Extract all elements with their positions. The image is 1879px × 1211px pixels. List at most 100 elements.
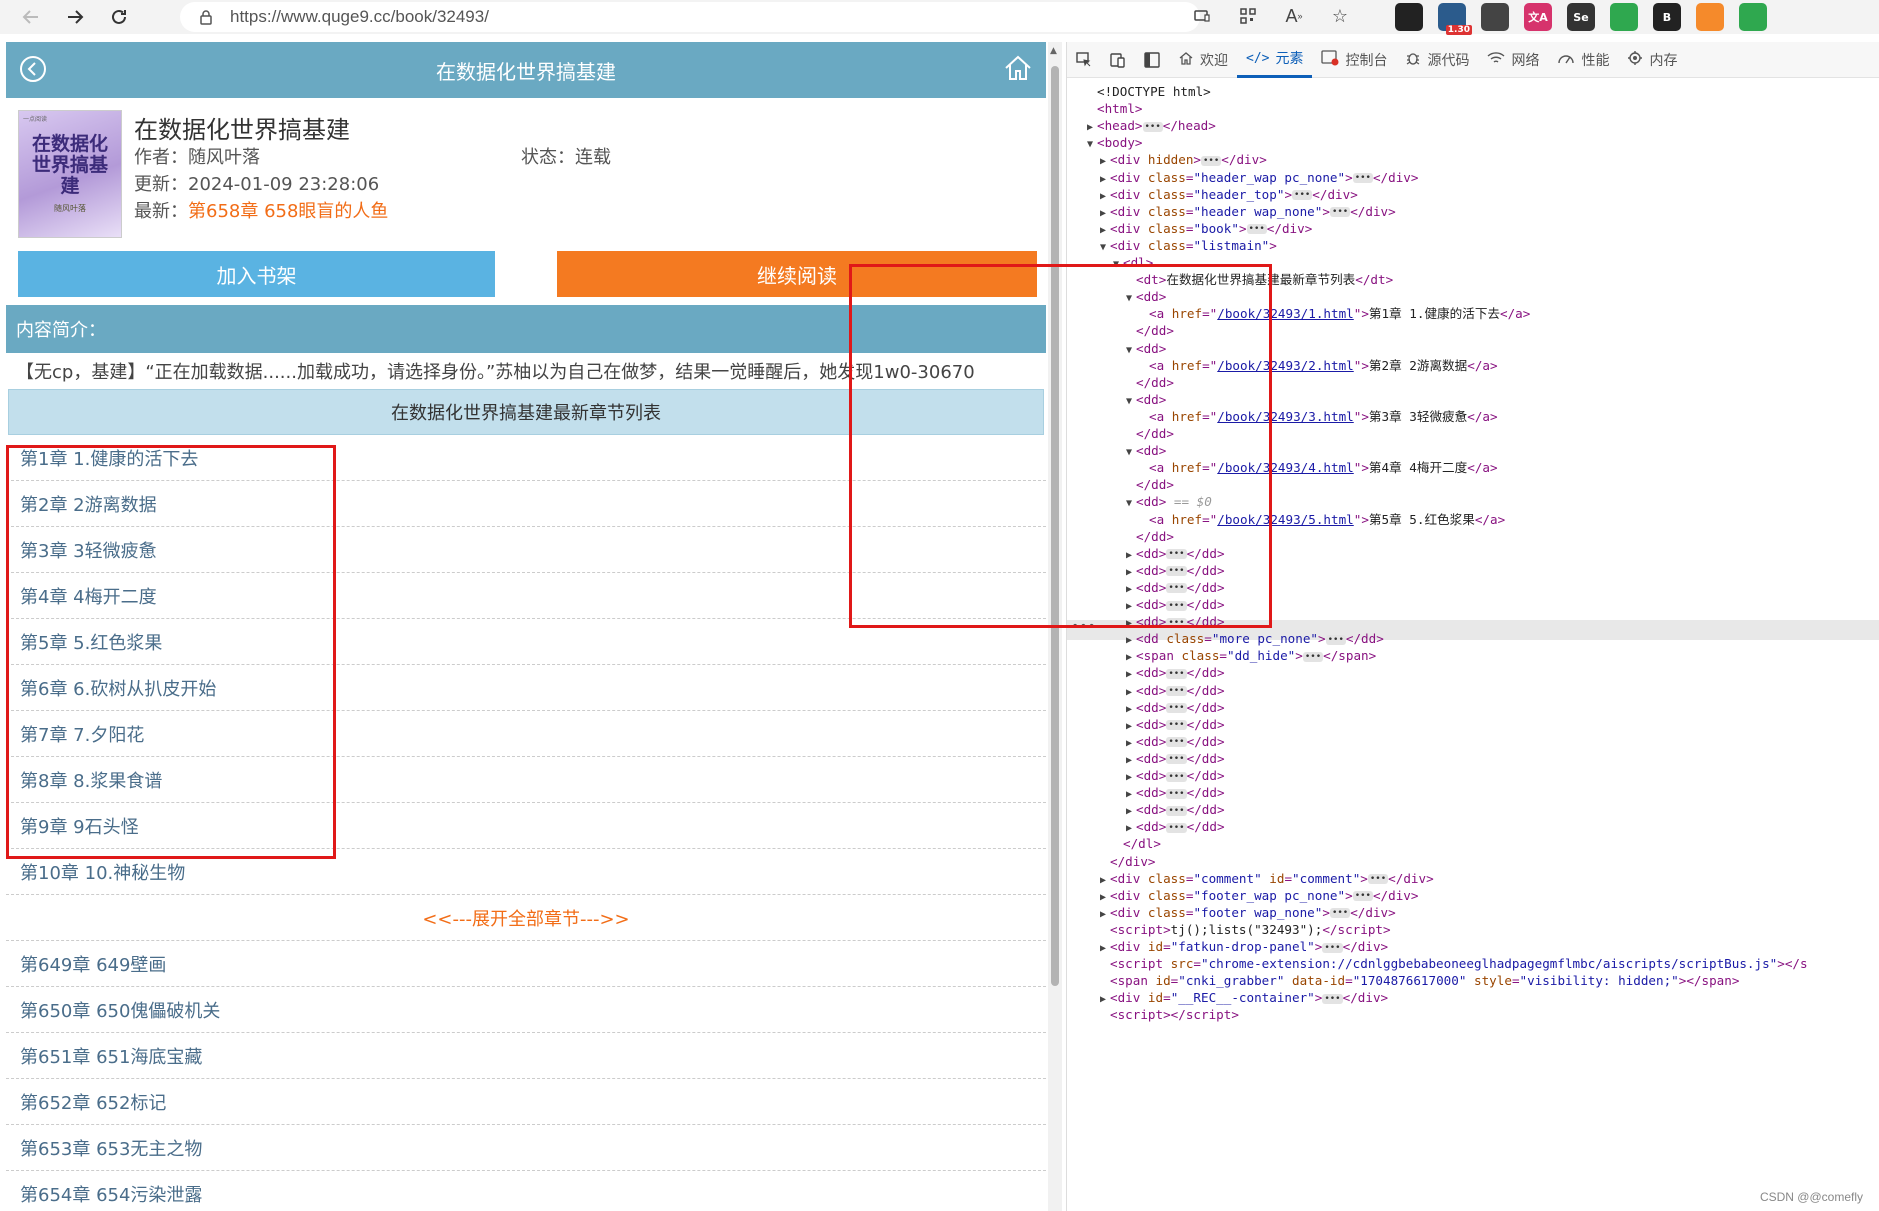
book-info: 一点阅读 在数据化世界搞基建 随风叶落 在数据化世界搞基建 作者：随风叶落 状态… [6, 98, 1046, 243]
app-available-icon[interactable] [1190, 4, 1214, 28]
dom-node-code: <dd> ••• </dd> [1136, 785, 1225, 801]
dom-node-code: <dd> ••• </dd> [1136, 819, 1225, 835]
status-label: 状态： [521, 147, 575, 168]
lock-icon[interactable] [198, 9, 214, 25]
chapter-link[interactable]: 第6章 6.砍树从扒皮开始 [6, 665, 1046, 711]
tab-network[interactable]: 网络 [1478, 42, 1548, 78]
action-buttons: 加入书架 继续阅读 [6, 243, 1046, 305]
forward-arrow-icon[interactable] [62, 4, 88, 30]
dom-node-code: <span class="dd_hide"> ••• </span> [1136, 648, 1377, 664]
chapter-link[interactable]: 第7章 7.夕阳花 [6, 711, 1046, 757]
status-row: 状态：连载 [521, 143, 611, 169]
collapse-triangle-icon[interactable]: ▼ [1113, 255, 1123, 275]
tab-memory[interactable]: 内存 [1618, 42, 1686, 78]
dom-node-code: <div class="header wap_none"> ••• </div> [1110, 203, 1396, 219]
collapse-triangle-icon[interactable]: ▼ [1126, 289, 1136, 309]
coin-ext-icon[interactable]: B [1653, 3, 1681, 31]
browser-toolbar: https://www.quge9.cc/book/32493/ A» ☆ 1.… [0, 0, 1879, 35]
chapter-link[interactable]: 第8章 8.浆果食谱 [6, 757, 1046, 803]
chapter-link[interactable]: 第649章 649壁画 [6, 941, 1046, 987]
qr-code-icon[interactable] [1236, 4, 1260, 28]
chapter-link[interactable]: 第650章 650傀儡破机关 [6, 987, 1046, 1033]
chapter-link[interactable]: 第651章 651海底宝藏 [6, 1033, 1046, 1079]
gauge-ext-icon[interactable] [1481, 3, 1509, 31]
cover-title: 在数据化世界搞基建 [31, 133, 108, 197]
chapter-link[interactable]: 第654章 654污染泄露 [6, 1171, 1046, 1211]
dom-node-line[interactable]: <a href="/book/32493/2.html">第2章 2游离数据</… [1139, 356, 1498, 376]
dom-node-code: <!DOCTYPE html> [1097, 84, 1211, 99]
dom-node-code: </dd> [1136, 374, 1174, 390]
page-scrollbar-thumb[interactable] [1051, 66, 1059, 986]
add-to-shelf-button[interactable]: 加入书架 [18, 251, 495, 297]
favorite-star-icon[interactable]: ☆ [1328, 4, 1352, 28]
address-bar[interactable]: https://www.quge9.cc/book/32493/ [180, 2, 1200, 32]
collapse-triangle-icon[interactable]: ▼ [1087, 135, 1097, 155]
bug-icon [1405, 50, 1421, 70]
book-title: 在数据化世界搞基建 [134, 116, 350, 144]
scroll-up-arrow-icon[interactable]: ▲ [1050, 46, 1057, 56]
dom-node-code: <dd> ••• </dd> [1136, 579, 1225, 595]
chapter-link[interactable]: 第2章 2游离数据 [6, 481, 1046, 527]
download-ext-icon[interactable] [1739, 3, 1767, 31]
dom-node-code: <dd> ••• </dd> [1136, 750, 1225, 766]
chapter-link[interactable]: 第10章 10.神秘生物 [6, 849, 1046, 895]
chapter-link[interactable]: 第9章 9石头怪 [6, 803, 1046, 849]
device-emulation-icon[interactable] [1101, 42, 1135, 78]
dom-node-code: <dd> ••• </dd> [1136, 665, 1225, 681]
read-aloud-icon[interactable]: A» [1282, 4, 1306, 28]
tab-label: 源代码 [1427, 52, 1470, 69]
dom-node-code: <dd> ••• </dd> [1136, 545, 1225, 561]
dom-node-line[interactable]: <a href="/book/32493/1.html">第1章 1.健康的活下… [1139, 304, 1530, 324]
tab-sources[interactable]: 源代码 [1396, 42, 1478, 78]
chapter-link[interactable]: 第4章 4梅开二度 [6, 573, 1046, 619]
dock-side-icon[interactable] [1135, 42, 1169, 78]
tab-console[interactable]: 控制台 [1312, 42, 1396, 78]
dom-node-code: <a href="/book/32493/3.html">第3章 3轻微疲惫</… [1149, 408, 1498, 424]
chapter-link[interactable]: 第1章 1.健康的活下去 [6, 435, 1046, 481]
chapter-link[interactable]: 第3章 3轻微疲惫 [6, 527, 1046, 573]
dom-node-code: <body> [1097, 135, 1143, 151]
home-icon[interactable] [1002, 52, 1034, 84]
tab-performance[interactable]: 性能 [1548, 42, 1618, 78]
collapse-triangle-icon[interactable]: ▼ [1126, 443, 1136, 463]
refresh-icon[interactable] [106, 4, 132, 30]
updated-value: 2024-01-09 23:28:06 [188, 174, 380, 195]
inspect-element-icon[interactable] [1067, 42, 1101, 78]
translate-ext-icon[interactable]: 文A [1524, 3, 1552, 31]
chapter-link[interactable]: 第653章 653无主之物 [6, 1125, 1046, 1171]
chapter-link[interactable]: 第652章 652标记 [6, 1079, 1046, 1125]
node-menu-dots-icon[interactable]: ••• [1071, 619, 1096, 635]
tab-label: 控制台 [1345, 52, 1388, 69]
url-text[interactable]: https://www.quge9.cc/book/32493/ [230, 7, 489, 27]
latest-chapter-link[interactable]: 第658章 658眼盲的人鱼 [188, 201, 388, 222]
shield-ext-icon[interactable] [1610, 3, 1638, 31]
selenium-ext-icon[interactable]: Se [1567, 3, 1595, 31]
extension-badge: 1.30 [1445, 25, 1472, 35]
back-circle-icon[interactable] [18, 54, 48, 84]
tab-welcome[interactable]: 欢迎 [1169, 42, 1237, 78]
collapse-triangle-icon[interactable]: ▼ [1126, 392, 1136, 412]
collapse-triangle-icon[interactable]: ▼ [1100, 238, 1110, 258]
dom-node-code: <dd> [1136, 443, 1167, 459]
timer-ext-icon[interactable]: 1.30 [1438, 3, 1472, 35]
chapter-link[interactable]: 第5章 5.红色浆果 [6, 619, 1046, 665]
expand-all-chapters-link[interactable]: <<---展开全部章节--->> [6, 895, 1046, 941]
tab-elements[interactable]: </> 元素 [1237, 42, 1313, 78]
tab-label: 性能 [1581, 52, 1610, 69]
dom-node-line[interactable]: <a href="/book/32493/4.html">第4章 4梅开二度</… [1139, 458, 1498, 478]
collapse-triangle-icon[interactable]: ▼ [1126, 494, 1136, 514]
latest-row: 最新：第658章 658眼盲的人鱼 [134, 197, 388, 223]
back-arrow-icon[interactable] [18, 4, 44, 30]
fire-ext-icon[interactable] [1696, 3, 1724, 31]
continue-reading-button[interactable]: 继续阅读 [557, 251, 1037, 297]
dom-node-line[interactable]: <a href="/book/32493/3.html">第3章 3轻微疲惫</… [1139, 407, 1498, 427]
intro-text: 【无cp，基建】“正在加载数据......加载成功，请选择身份。”苏柚以为自己在… [16, 362, 975, 383]
dom-node-line[interactable]: <script></script> [1100, 1005, 1239, 1025]
dom-node-code: <dd> ••• </dd> [1136, 562, 1225, 578]
devtools-ext-icon[interactable] [1395, 3, 1423, 31]
collapse-triangle-icon[interactable]: ▼ [1126, 341, 1136, 361]
dom-node-line[interactable]: <a href="/book/32493/5.html">第5章 5.红色浆果<… [1139, 510, 1505, 530]
book-cover[interactable]: 一点阅读 在数据化世界搞基建 随风叶落 [18, 110, 122, 238]
dom-node-code: <dd> == $0 [1136, 494, 1212, 510]
dom-node-code: <html> [1097, 101, 1143, 117]
